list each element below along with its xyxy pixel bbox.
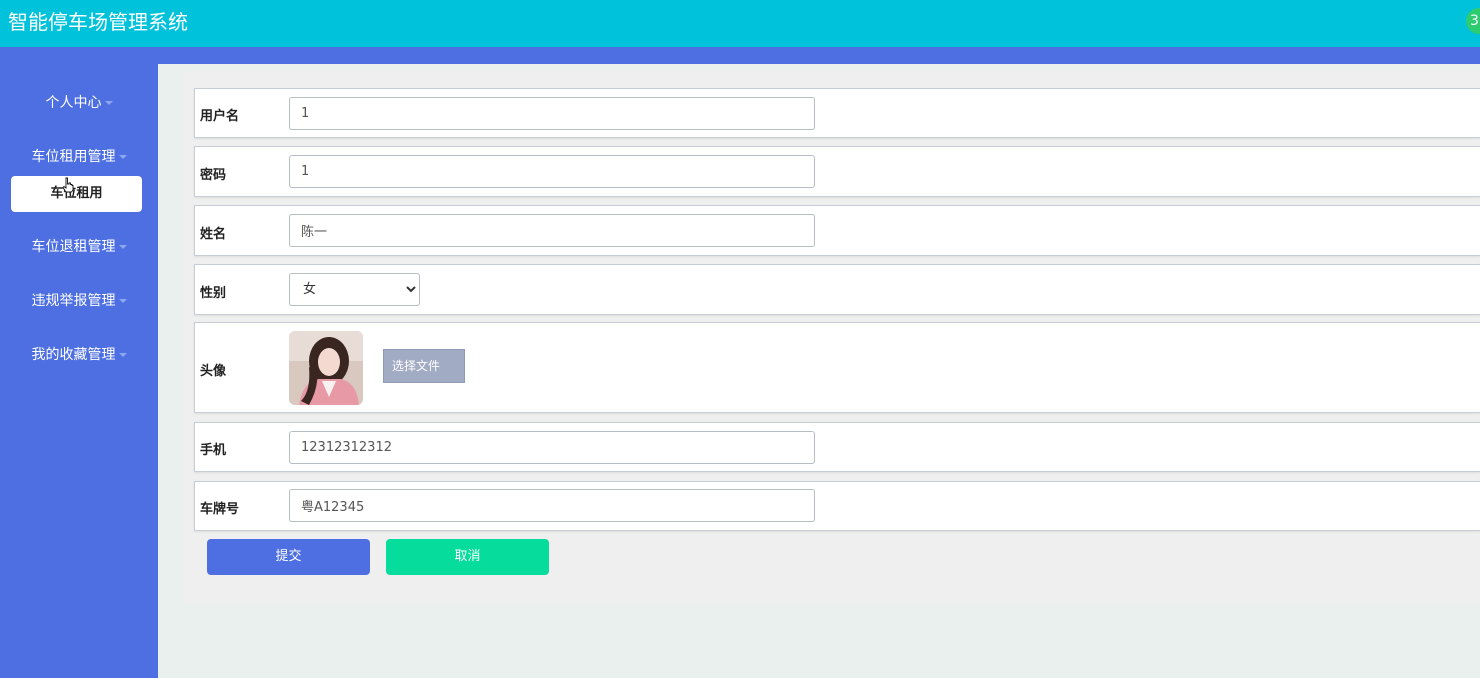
caret-down-icon bbox=[118, 155, 127, 159]
caret-down-icon bbox=[118, 245, 127, 249]
name-input[interactable] bbox=[289, 214, 815, 247]
sidebar-item-label: 个人中心 bbox=[45, 95, 102, 111]
username-label: 用户名 bbox=[200, 109, 240, 124]
sidebar-item-label: 车位退租管理 bbox=[31, 239, 116, 255]
status-icon[interactable]: 3 bbox=[1466, 8, 1480, 34]
form-row-phone: 手机 bbox=[194, 422, 1480, 472]
plate-label: 车牌号 bbox=[200, 502, 240, 517]
avatar bbox=[289, 331, 363, 405]
submenu-item-label: 车位租用 bbox=[50, 186, 103, 201]
name-label: 姓名 bbox=[200, 227, 227, 242]
phone-input[interactable] bbox=[289, 431, 815, 464]
submit-button[interactable]: 提交 bbox=[207, 539, 370, 575]
caret-down-icon bbox=[104, 101, 113, 105]
phone-label: 手机 bbox=[200, 443, 227, 458]
hand-pointer-icon bbox=[62, 177, 74, 193]
form-row-avatar: 头像 选择文件 bbox=[194, 322, 1480, 413]
sidebar-item-rental-management[interactable]: 车位租用管理 bbox=[0, 143, 158, 171]
avatar-label: 头像 bbox=[200, 364, 227, 379]
plate-input[interactable] bbox=[289, 489, 815, 522]
form-row-plate: 车牌号 bbox=[194, 481, 1480, 531]
caret-down-icon bbox=[118, 353, 127, 357]
password-label: 密码 bbox=[200, 168, 227, 183]
sidebar-item-personal-center[interactable]: 个人中心 bbox=[0, 89, 158, 117]
gender-select[interactable]: 女 bbox=[289, 273, 420, 306]
top-header: 智能停车场管理系统 3 bbox=[0, 0, 1480, 47]
sidebar-item-label: 我的收藏管理 bbox=[31, 347, 116, 363]
header-divider-strip bbox=[0, 47, 1480, 64]
cancel-button[interactable]: 取消 bbox=[386, 539, 549, 575]
gender-label: 性别 bbox=[200, 286, 227, 301]
app-title: 智能停车场管理系统 bbox=[8, 10, 188, 34]
username-input[interactable] bbox=[289, 97, 815, 130]
avatar-photo bbox=[289, 331, 363, 405]
sidebar: 个人中心 车位租用管理 车位租用 车位退租管理 违规举报管理 我的收藏管理 bbox=[0, 64, 158, 678]
form-row-name: 姓名 bbox=[194, 205, 1480, 256]
submenu-item-space-rental[interactable]: 车位租用 bbox=[11, 176, 142, 212]
password-input[interactable] bbox=[289, 155, 815, 188]
caret-down-icon bbox=[118, 299, 127, 303]
sidebar-item-return-management[interactable]: 车位退租管理 bbox=[0, 233, 158, 261]
form-row-gender: 性别 女 bbox=[194, 264, 1480, 315]
sidebar-item-violation-report[interactable]: 违规举报管理 bbox=[0, 287, 158, 315]
sidebar-item-favorites[interactable]: 我的收藏管理 bbox=[0, 341, 158, 369]
form-row-password: 密码 bbox=[194, 146, 1480, 197]
sidebar-item-label: 车位租用管理 bbox=[31, 149, 116, 165]
choose-file-button[interactable]: 选择文件 bbox=[383, 349, 465, 383]
form-row-username: 用户名 bbox=[194, 88, 1480, 138]
sidebar-item-label: 违规举报管理 bbox=[31, 293, 116, 309]
